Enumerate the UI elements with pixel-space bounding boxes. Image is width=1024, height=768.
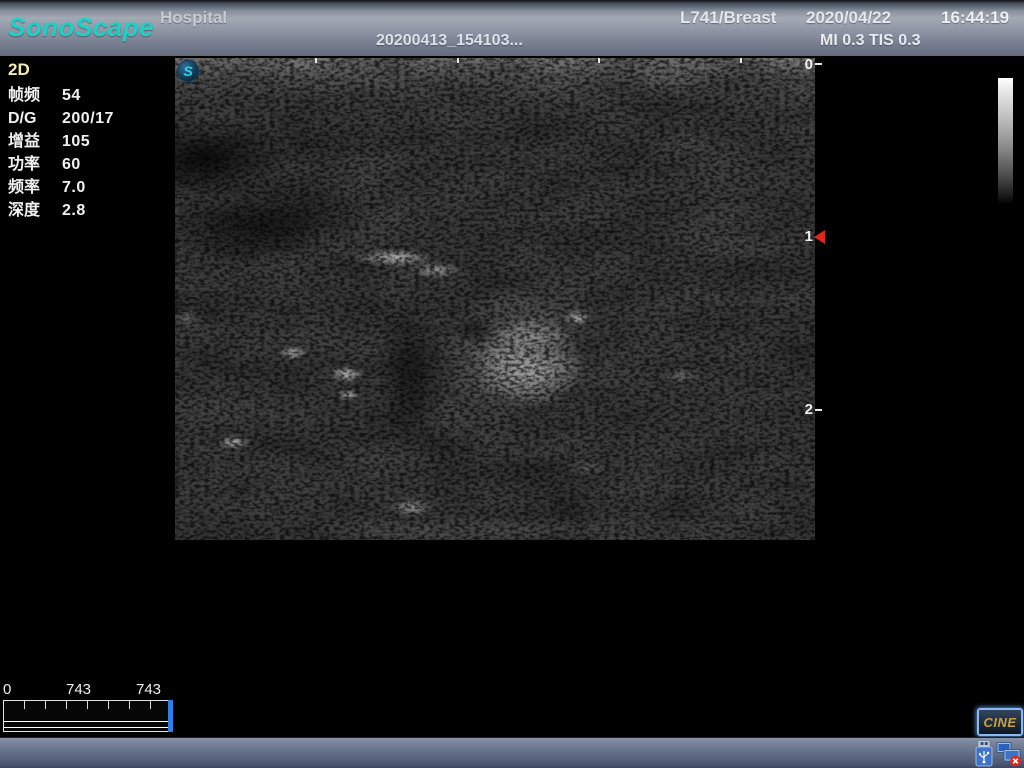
scrubber-label: 743 — [136, 681, 161, 698]
taskbar — [0, 737, 1024, 768]
param-row: 深度 2.8 — [8, 199, 114, 222]
param-row: 增益 105 — [8, 130, 114, 153]
width-ruler-tick — [457, 58, 459, 63]
scrubber-tick — [87, 701, 88, 709]
depth-tick — [815, 63, 822, 65]
scrubber-tick — [45, 701, 46, 709]
exam-date: 2020/04/22 — [806, 8, 891, 28]
param-label: D/G — [8, 107, 62, 130]
scrubber-track[interactable] — [3, 700, 173, 732]
scrubber-tick — [66, 701, 67, 709]
param-label: 功率 — [8, 153, 62, 176]
brand-logo: SonoScape — [8, 12, 154, 43]
scrubber-tick — [108, 701, 109, 709]
cine-button[interactable]: CINE — [977, 708, 1023, 736]
hospital-name: Hospital — [160, 8, 227, 28]
grayscale-bar — [998, 78, 1013, 204]
scrubber-label: 743 — [66, 681, 91, 698]
scrubber-label: 0 — [3, 681, 11, 698]
title-bar: SonoScape Hospital L741/Breast 2020/04/2… — [0, 0, 1024, 58]
width-ruler-tick — [315, 58, 317, 63]
param-value: 2.8 — [62, 199, 86, 222]
focus-marker-icon[interactable] — [814, 230, 825, 244]
ultrasound-image: S — [175, 58, 815, 540]
exam-time: 16:44:19 — [941, 8, 1009, 28]
scrubber-tick — [129, 701, 130, 709]
scrubber-position-indicator[interactable] — [168, 700, 173, 732]
acoustic-output-indices: MI 0.3 TIS 0.3 — [820, 32, 920, 50]
image-params-panel: 2D 帧频 54 D/G 200/17 增益 105 功率 60 频率 7.0 … — [8, 60, 114, 222]
scrubber-baseline — [4, 721, 172, 728]
param-label: 帧频 — [8, 84, 62, 107]
param-row: 帧频 54 — [8, 84, 114, 107]
usb-icon[interactable] — [973, 740, 995, 767]
param-label: 深度 — [8, 199, 62, 222]
param-value: 105 — [62, 130, 90, 153]
mode-indicator: 2D — [8, 60, 114, 84]
network-error-icon[interactable] — [996, 740, 1022, 767]
scrubber-tick — [150, 701, 151, 709]
param-value: 200/17 — [62, 107, 114, 130]
param-row: D/G 200/17 — [8, 107, 114, 130]
exam-id: 20200413_154103... — [376, 32, 523, 50]
probe-preset-label: L741/Breast — [680, 8, 776, 28]
width-ruler-tick — [740, 58, 742, 63]
param-label: 频率 — [8, 176, 62, 199]
scrubber-tick — [24, 701, 25, 709]
param-value: 60 — [62, 153, 81, 176]
param-value: 54 — [62, 84, 81, 107]
depth-tick — [815, 409, 822, 411]
param-value: 7.0 — [62, 176, 86, 199]
width-ruler-tick — [598, 58, 600, 63]
param-row: 频率 7.0 — [8, 176, 114, 199]
param-row: 功率 60 — [8, 153, 114, 176]
ultrasound-screen: SonoScape Hospital L741/Breast 2020/04/2… — [0, 0, 1024, 768]
speckle-noise — [175, 58, 815, 540]
param-label: 增益 — [8, 130, 62, 153]
orientation-marker-icon: S — [177, 60, 199, 82]
